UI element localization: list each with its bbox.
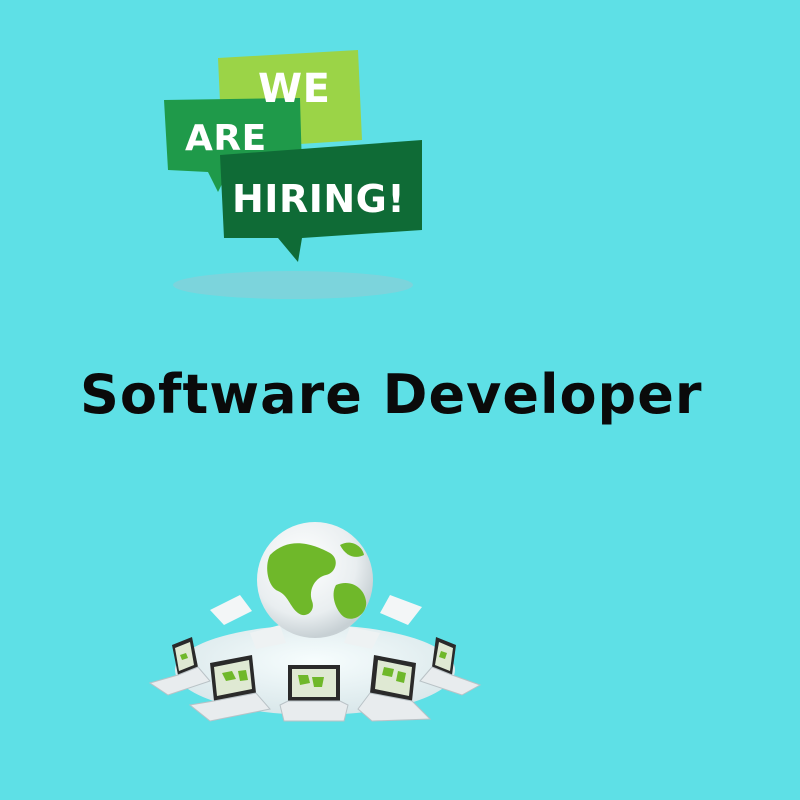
banner-shadow xyxy=(173,271,413,299)
hiring-poster: WE ARE HIRING! Software Developer xyxy=(0,0,800,800)
banner-word-are: ARE xyxy=(185,118,267,159)
job-title: Software Developer xyxy=(80,363,703,426)
globe xyxy=(257,522,373,638)
globe-laptop-network-icon xyxy=(148,522,482,722)
globe-network-illustration xyxy=(140,515,490,730)
we-are-hiring-banner: WE ARE HIRING! xyxy=(150,40,440,310)
laptop-3 xyxy=(279,665,349,722)
banner-word-we: WE xyxy=(258,66,330,112)
speech-bubble-banner-icon: WE ARE HIRING! xyxy=(164,50,422,299)
banner-word-hiring: HIRING! xyxy=(232,177,405,221)
